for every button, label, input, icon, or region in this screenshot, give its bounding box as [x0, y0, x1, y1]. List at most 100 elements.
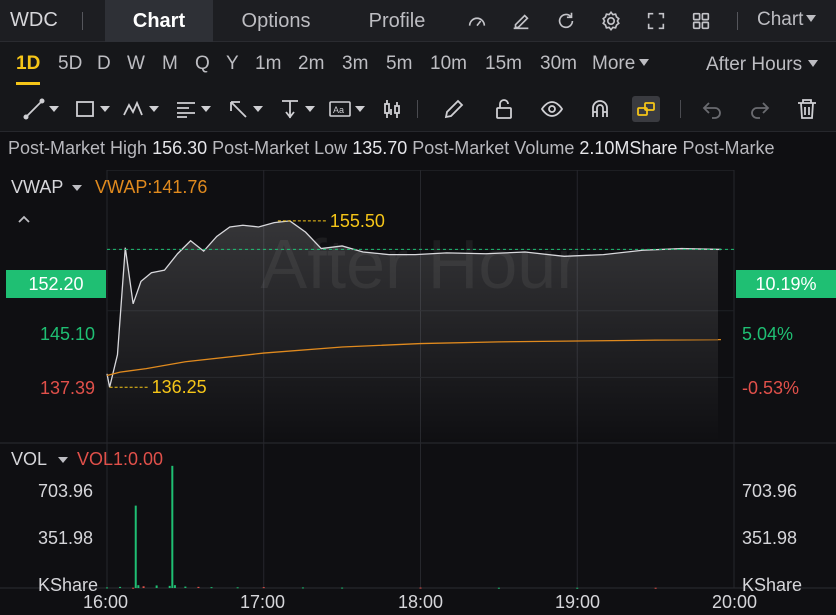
- chart-type-label: Chart: [757, 9, 804, 30]
- volume-bar: [142, 586, 145, 588]
- pct-tick: 5.04%: [742, 324, 794, 344]
- chevron-down-icon: [639, 59, 650, 66]
- chevron-down-icon: [808, 60, 819, 67]
- tab-chart[interactable]: Chart: [105, 0, 213, 42]
- timeframe-d[interactable]: D: [97, 53, 111, 75]
- divider: [680, 100, 681, 118]
- timeframe-q[interactable]: Q: [195, 53, 210, 75]
- tab-options[interactable]: Options: [220, 0, 332, 42]
- svg-text:Aa: Aa: [333, 105, 344, 115]
- magnet-icon[interactable]: [588, 96, 612, 122]
- volume-bar: [155, 585, 158, 588]
- volume-bar: [236, 587, 239, 589]
- top-bar: WDC Chart Options Profile Chart: [0, 0, 836, 42]
- time-tick: 19:00: [555, 592, 601, 612]
- high-marker-label: 155.50: [330, 211, 385, 231]
- timeframe-1m[interactable]: 1m: [255, 53, 281, 75]
- timeframe-5d[interactable]: 5D: [58, 53, 82, 75]
- volume-bar: [497, 587, 500, 589]
- price-tick: 137.39: [40, 378, 96, 398]
- more-label: More: [592, 53, 636, 74]
- edit-icon[interactable]: [508, 8, 534, 34]
- arrow-tool-icon[interactable]: [226, 96, 263, 122]
- time-tick: 18:00: [398, 592, 444, 612]
- timeframe-w[interactable]: W: [127, 53, 145, 75]
- grid-icon[interactable]: [688, 8, 714, 34]
- divider: [417, 100, 418, 118]
- current-pct-label: 10.19%: [736, 270, 836, 298]
- unlock-icon[interactable]: [492, 96, 516, 122]
- volume-tick: 351.98: [742, 528, 798, 548]
- fib-tool-icon[interactable]: [174, 96, 211, 122]
- pattern-tool-icon[interactable]: [122, 96, 159, 122]
- chevron-down-icon[interactable]: [72, 185, 82, 191]
- volume-indicator-name[interactable]: VOL: [11, 449, 47, 470]
- low-marker-label: 136.25: [152, 377, 207, 397]
- redo-icon[interactable]: [748, 96, 772, 122]
- timeframe-3m[interactable]: 3m: [342, 53, 368, 75]
- price-chart-svg[interactable]: After Hour155.50136.25: [0, 170, 836, 615]
- link-icon[interactable]: [632, 96, 660, 122]
- time-tick: 20:00: [712, 592, 758, 612]
- volume-bar: [341, 587, 344, 589]
- timeframe-more[interactable]: More: [592, 53, 650, 75]
- volume-bar: [654, 587, 657, 589]
- timeframe-15m[interactable]: 15m: [485, 53, 522, 75]
- candle-tool-icon[interactable]: [380, 96, 404, 122]
- timeframe-1d[interactable]: 1D: [16, 53, 41, 85]
- rectangle-tool-icon[interactable]: [73, 96, 110, 122]
- pencil-icon[interactable]: [442, 96, 466, 122]
- volume-bar: [197, 586, 200, 588]
- volume-bar: [419, 587, 422, 589]
- timeframe-5m[interactable]: 5m: [386, 53, 412, 75]
- tab-profile[interactable]: Profile: [350, 0, 444, 42]
- speedometer-icon[interactable]: [464, 8, 490, 34]
- current-price-label: 152.20: [6, 270, 106, 298]
- chart-type-dropdown[interactable]: Chart: [757, 9, 817, 31]
- session-dropdown[interactable]: After Hours: [706, 54, 819, 76]
- stat-value: 135.70: [352, 138, 408, 158]
- stat-value: 156.30: [152, 138, 208, 158]
- stat-label: Post-Marke: [682, 138, 775, 158]
- volume-value: VOL1:0.00: [77, 449, 164, 469]
- session-label: After Hours: [706, 54, 803, 75]
- divider: [82, 12, 83, 30]
- volume-bar: [168, 585, 171, 588]
- timeframe-2m[interactable]: 2m: [298, 53, 324, 75]
- price-tick: 145.10: [40, 324, 96, 344]
- ticker-symbol[interactable]: WDC: [10, 9, 58, 32]
- pct-tick: -0.53%: [742, 378, 800, 398]
- vwap-value: VWAP:141.76: [95, 177, 208, 197]
- price-range-icon[interactable]: [278, 96, 315, 122]
- divider: [737, 12, 738, 30]
- volume-tick: 351.98: [38, 528, 94, 548]
- volume-bar: [137, 585, 140, 588]
- volume-tick: 703.96: [38, 481, 94, 501]
- volume-bar: [132, 587, 135, 589]
- refresh-icon[interactable]: [553, 8, 579, 34]
- fullscreen-icon[interactable]: [643, 8, 669, 34]
- volume-bar: [301, 587, 304, 589]
- chevron-down-icon: [806, 15, 817, 22]
- volume-bar: [184, 586, 187, 588]
- stat-label: Post-Market Volume: [412, 138, 575, 158]
- undo-icon[interactable]: [700, 96, 724, 122]
- timeframe-m[interactable]: M: [162, 53, 178, 75]
- line-tool-icon[interactable]: [22, 96, 59, 122]
- timeframe-30m[interactable]: 30m: [540, 53, 577, 75]
- text-tool-icon[interactable]: Aa: [328, 96, 365, 122]
- time-tick: 17:00: [240, 592, 286, 612]
- post-market-stats: Post-Market High 156.30 Post-Market Low …: [0, 138, 836, 166]
- indicator-name[interactable]: VWAP: [11, 177, 63, 198]
- collapse-chevron-icon[interactable]: [17, 208, 31, 229]
- chevron-down-icon[interactable]: [58, 457, 68, 463]
- eye-icon[interactable]: [540, 96, 564, 122]
- volume-bar: [134, 505, 137, 588]
- chart-area[interactable]: After Hour155.50136.25 VWAP VWAP:141.76 …: [0, 170, 836, 615]
- trash-icon[interactable]: [795, 96, 819, 122]
- gear-icon[interactable]: [598, 8, 624, 34]
- timeframe-10m[interactable]: 10m: [430, 53, 467, 75]
- stat-label: Post-Market Low: [212, 138, 348, 158]
- timeframe-y[interactable]: Y: [226, 53, 239, 75]
- volume-bar: [576, 587, 579, 589]
